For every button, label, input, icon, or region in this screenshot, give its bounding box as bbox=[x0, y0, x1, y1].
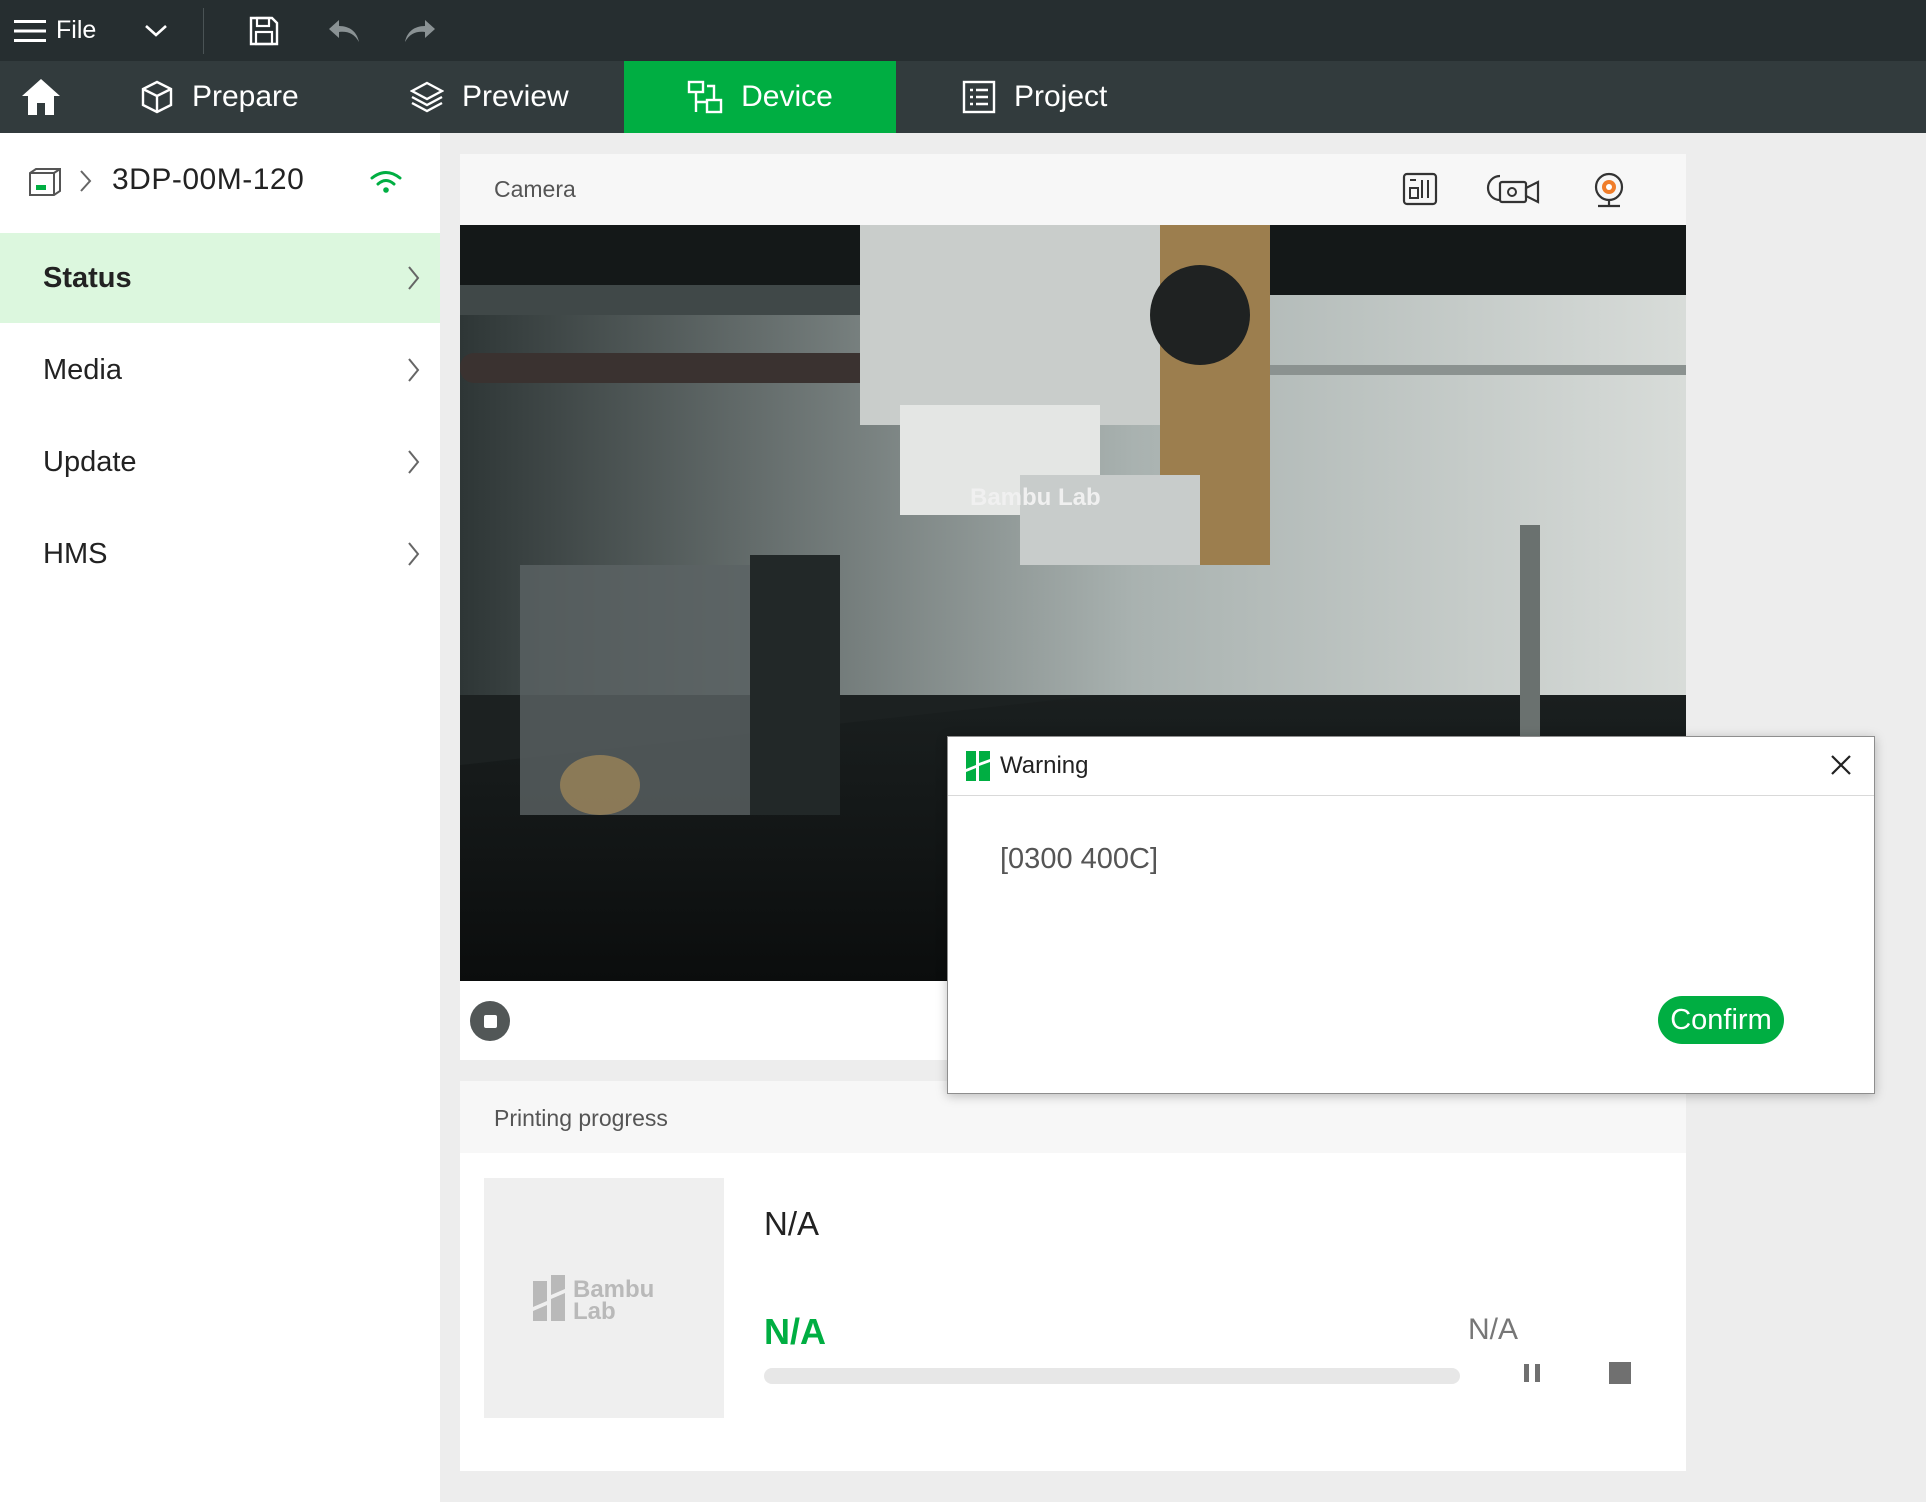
sidebar-item-media[interactable]: Media bbox=[0, 325, 440, 415]
tab-prepare[interactable]: Prepare bbox=[140, 61, 299, 133]
pause-icon bbox=[1524, 1364, 1540, 1382]
device-icon bbox=[687, 80, 723, 114]
save-icon bbox=[249, 16, 279, 45]
device-name: 3DP-00M-120 bbox=[112, 163, 305, 196]
file-dropdown-button[interactable] bbox=[136, 0, 176, 61]
sidebar-item-label: Media bbox=[43, 353, 122, 386]
progress-title: Printing progress bbox=[494, 1105, 668, 1131]
wifi-icon bbox=[370, 171, 402, 193]
menu-bar: File bbox=[0, 0, 1926, 62]
chevron-right-icon bbox=[80, 170, 92, 192]
stop-icon bbox=[483, 1014, 497, 1028]
cube-icon bbox=[141, 80, 173, 114]
layers-icon bbox=[410, 81, 444, 113]
tab-preview[interactable]: Preview bbox=[410, 61, 569, 133]
tab-project[interactable]: Project bbox=[962, 61, 1107, 133]
printing-progress-panel: Printing progress Bambu Lab N/A N/A N/A bbox=[460, 1081, 1686, 1471]
file-menu-button[interactable]: File bbox=[14, 0, 104, 61]
camera-overlay-text: Bambu Lab bbox=[970, 484, 1101, 511]
stop-button[interactable] bbox=[1598, 1351, 1642, 1395]
close-icon bbox=[1831, 755, 1851, 775]
sidebar-item-update[interactable]: Update bbox=[0, 417, 440, 507]
dialog-close-button[interactable] bbox=[1826, 750, 1856, 780]
sidebar-item-label: Update bbox=[43, 445, 137, 478]
sidebar-item-label: Status bbox=[43, 261, 132, 294]
logo-text-lab: Lab bbox=[573, 1298, 616, 1323]
file-menu-label: File bbox=[56, 16, 97, 44]
dialog-title: Warning bbox=[1000, 752, 1089, 779]
home-icon bbox=[22, 79, 60, 115]
printer-icon bbox=[29, 168, 61, 196]
tab-home[interactable] bbox=[14, 61, 68, 133]
dialog-titlebar: Warning bbox=[948, 737, 1874, 796]
redo-icon bbox=[405, 19, 435, 42]
confirm-button[interactable]: Confirm bbox=[1658, 996, 1784, 1044]
list-icon bbox=[962, 80, 996, 114]
time-remaining: N/A bbox=[1467, 1313, 1518, 1346]
tab-prepare-label: Prepare bbox=[192, 80, 299, 113]
bambu-logo-icon bbox=[966, 751, 990, 781]
menubar-divider bbox=[203, 8, 204, 54]
sidebar: 3DP-00M-120 Status Media Update HMS bbox=[0, 133, 440, 1502]
sidebar-item-status[interactable]: Status bbox=[0, 233, 440, 323]
tab-device-label: Device bbox=[741, 80, 833, 113]
job-name: N/A bbox=[764, 1205, 820, 1242]
progress-percent: N/A bbox=[764, 1311, 826, 1352]
warning-dialog: Warning [0300 400C] Confirm bbox=[947, 736, 1875, 1094]
chevron-right-icon bbox=[408, 266, 420, 290]
camera-header: Camera bbox=[460, 154, 1686, 225]
menu-icon bbox=[14, 19, 46, 42]
print-thumbnail: Bambu Lab bbox=[484, 1178, 724, 1418]
redo-button[interactable] bbox=[398, 0, 442, 61]
chevron-right-icon bbox=[408, 450, 420, 474]
record-video-icon[interactable] bbox=[1486, 172, 1540, 206]
progress-bar bbox=[764, 1368, 1460, 1384]
camera-title: Camera bbox=[494, 176, 576, 202]
pause-button[interactable] bbox=[1510, 1351, 1554, 1395]
sidebar-item-label: HMS bbox=[43, 537, 108, 570]
undo-icon bbox=[329, 19, 359, 42]
stop-icon bbox=[1609, 1362, 1631, 1384]
sidebar-item-hms[interactable]: HMS bbox=[0, 509, 440, 599]
camera-stop-button[interactable] bbox=[470, 1001, 510, 1041]
undo-button[interactable] bbox=[322, 0, 366, 61]
chevron-down-icon bbox=[145, 24, 167, 37]
tab-bar: Prepare Preview Device Project bbox=[0, 61, 1926, 133]
tab-project-label: Project bbox=[1014, 80, 1108, 113]
chevron-right-icon bbox=[408, 542, 420, 566]
device-selector[interactable]: 3DP-00M-120 bbox=[0, 133, 440, 233]
tab-preview-label: Preview bbox=[462, 80, 569, 113]
bambu-lab-logo: Bambu Lab bbox=[533, 1275, 654, 1323]
sd-card-icon[interactable] bbox=[1402, 172, 1438, 206]
dialog-message: [0300 400C] bbox=[1000, 843, 1159, 875]
chevron-right-icon bbox=[408, 358, 420, 382]
tab-device[interactable]: Device bbox=[624, 61, 896, 133]
save-button[interactable] bbox=[242, 0, 286, 61]
webcam-icon[interactable] bbox=[1592, 172, 1626, 208]
